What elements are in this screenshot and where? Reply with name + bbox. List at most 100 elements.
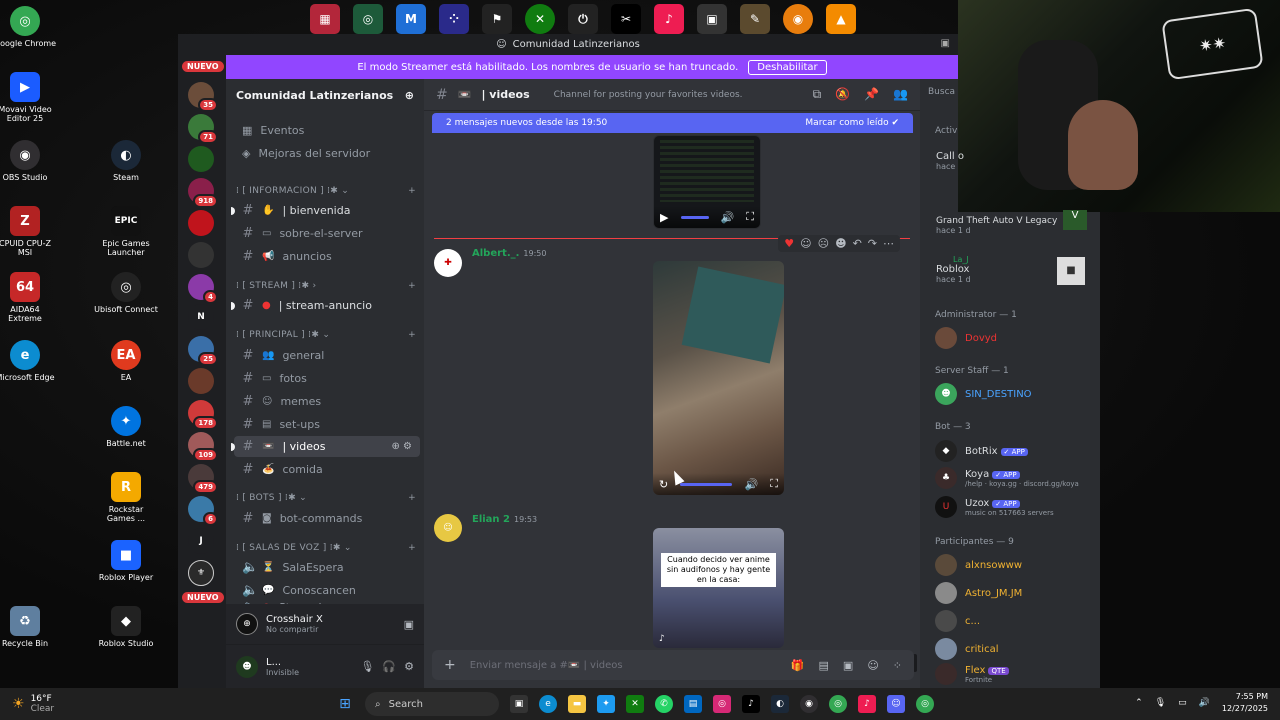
server-icon[interactable]: 71 [188,114,218,144]
network-icon[interactable]: ▭ [1178,698,1187,708]
surprised-reaction-icon[interactable]: ☹ [818,237,829,250]
channel-sobre-el-server[interactable]: # ▭ sobre-el-server [234,223,420,244]
chrome-icon[interactable]: ◎ [829,695,847,713]
add-channel-icon[interactable]: + [408,493,416,503]
server-letter-n[interactable]: N [188,304,214,330]
add-channel-icon[interactable]: + [408,281,416,291]
member-participant[interactable]: c... [935,610,1095,632]
user-avatar[interactable]: ☻ [236,655,258,678]
desktop-icon-rockstar[interactable]: R Rockstar Games ... [94,472,158,523]
desktop-icon-battlenet[interactable]: ✦ Battle.net [94,406,158,448]
member-bot-uzox[interactable]: U Uzox ✓ APP music on 517663 servers [935,496,1095,518]
server-icon-active[interactable]: ⚜ [188,560,214,586]
category-informacion[interactable]: ⁞ [ INFORMACION ] ⁞✱ ⌄ + [236,186,416,196]
channel-anuncios[interactable]: # 📢 anuncios [234,246,420,267]
member-bot-botrix[interactable]: ◆ BotRix ✓ APP [935,440,1095,462]
forward-icon[interactable]: ↷ [868,237,877,250]
steam-icon[interactable]: ◐ [771,695,789,713]
desktop-icon-ubisoft[interactable]: ◎ Ubisoft Connect [94,272,158,314]
settings-gear-icon[interactable]: ⚙ [404,660,414,673]
channel-bienvenida[interactable]: # ✋ | bienvenida [231,200,420,221]
twitter-icon[interactable]: ✦ [597,695,615,713]
task-view-icon[interactable]: ▣ [510,695,528,713]
activity-roblox[interactable]: La_J Roblox hace 1 d ■ [933,255,1093,285]
desktop-icon-roblox-player[interactable]: ■ Roblox Player [94,540,158,582]
category-principal[interactable]: ⁞ [ PRINCIPAL ] ⁞✱ ⌄ + [236,330,416,340]
emoji-icon[interactable]: ☺ [867,659,878,672]
channel-set-ups[interactable]: # ▤ set-ups [234,414,420,435]
discord-icon[interactable]: ☺ [887,695,905,713]
message-input[interactable]: + Enviar mensaje a #📼 | videos 🎁 ▤ ▣ ☺ ⁘ [432,650,914,680]
member-participant[interactable]: critical [935,638,1095,660]
replay-icon[interactable]: ↻ [659,478,668,491]
mute-bell-icon[interactable]: 🔕 [835,87,850,102]
server-icon[interactable]: 6 [188,496,218,526]
instagram-icon[interactable]: ◎ [713,695,731,713]
gift-icon[interactable]: 🎁 [791,659,805,672]
power-app-icon[interactable]: ⏻ [568,4,598,34]
desktop-icon-recycle-bin[interactable]: ♻ Recycle Bin [0,606,57,648]
desktop-icon-aida64[interactable]: 64 AIDA64 Extreme [0,272,57,323]
member-staff[interactable]: ☻ SIN_DESTINO [935,383,1095,405]
server-icon[interactable] [188,210,214,236]
volume-icon[interactable]: 🔊 [744,478,758,491]
edge-icon[interactable]: e [539,695,557,713]
clock[interactable]: 7:55 PM 12/27/2025 [1222,691,1268,715]
apps-icon[interactable]: ⁘ [893,659,902,672]
author-avatar[interactable]: ✚ [434,249,462,277]
volume-icon[interactable]: 🔊 [1199,698,1210,708]
add-channel-icon[interactable]: + [408,543,416,553]
server-icon[interactable]: 479 [188,464,218,494]
channel-general[interactable]: # 👥 general [234,345,420,366]
laugh-reaction-icon[interactable]: ☺ [800,237,811,250]
desktop-icon-movavi[interactable]: ▶ Movavi Video Editor 25 [0,72,57,123]
xbox-icon[interactable]: ✕ [525,4,555,34]
member-list-icon[interactable]: 👥 [893,87,908,102]
vlc-icon[interactable]: ▲ [826,4,856,34]
server-icon[interactable]: 109 [188,432,218,462]
capcut-icon[interactable]: ♪ [858,695,876,713]
video-attachment[interactable]: ↻ 🔊 ⛶ [653,261,784,495]
server-letter-j[interactable]: J [188,528,214,554]
obs-icon[interactable]: ◉ [800,695,818,713]
tiktok-icon[interactable]: ♪ [742,695,760,713]
more-icon[interactable]: ⋯ [883,237,894,250]
invite-icon[interactable]: ⊕ [405,89,414,102]
winrar-icon[interactable]: ▦ [310,4,340,34]
channel-comida[interactable]: # 🍝 comida [234,459,420,480]
tiktok-icon[interactable]: ♪ [654,4,684,34]
member-participant[interactable]: alxnsowww [935,554,1095,576]
channel-memes[interactable]: # ☺ memes [234,391,420,412]
server-icon[interactable]: 918 [188,178,218,208]
voice-channel-conoscancen[interactable]: 🔈 💬 Conoscancen [234,580,420,601]
voice-channel-salaespera[interactable]: 🔈 ⏳ SalaEspera [234,557,420,578]
server-header[interactable]: Comunidad Latinzerianos ⊕ [226,79,424,111]
desktop-icon-cpuz[interactable]: Z CPUID CPU-Z MSI [0,206,57,257]
channel-videos[interactable]: # 📼 | videos ⊕ ⚙ [231,436,420,457]
member-participant[interactable]: Astro_JM.JM [935,582,1095,604]
chrome-profile-icon[interactable]: ◎ [916,695,934,713]
progress-bar[interactable] [680,215,709,219]
activity-gta[interactable]: Grand Theft Auto V Legacy hace 1 d V [933,210,1093,235]
play-icon[interactable]: ▶ [660,211,668,224]
xbox-icon[interactable]: ✕ [626,695,644,713]
server-icon[interactable] [188,368,214,394]
desktop-icon-roblox-studio[interactable]: ◆ Roblox Studio [94,606,158,648]
whatsapp-icon[interactable]: ✆ [655,695,673,713]
inbox-icon[interactable]: ▣ [941,38,950,49]
blender-icon[interactable]: ◉ [783,4,813,34]
channel-fotos[interactable]: # ▭ fotos [234,368,420,389]
server-icon[interactable] [188,242,214,268]
add-attachment-icon[interactable]: + [444,657,456,673]
add-reaction-icon[interactable]: ☻ [835,237,846,250]
activity-call[interactable]: Call o hace [933,151,1093,171]
desktop-icon-epic[interactable]: EPIC Epic Games Launcher [94,206,158,257]
category-bots[interactable]: ⁞ [ BOTS ] ⁞✱ ⌄ + [236,493,416,503]
video-attachment-prev[interactable]: ▶ 🔊 ⛶ [653,135,761,229]
channel-settings-icons[interactable]: ⊕ ⚙ [391,441,412,452]
heart-reaction-icon[interactable]: ♥ [784,237,794,250]
taskbar-search[interactable]: ⌕ Search [365,692,499,716]
new-messages-bar[interactable]: 2 mensajes nuevos desde las 19:50 Marcar… [432,113,913,133]
member-participant[interactable]: Flex QTE Fortnite [935,663,1095,685]
fullscreen-icon[interactable]: ⛶ [770,477,778,491]
